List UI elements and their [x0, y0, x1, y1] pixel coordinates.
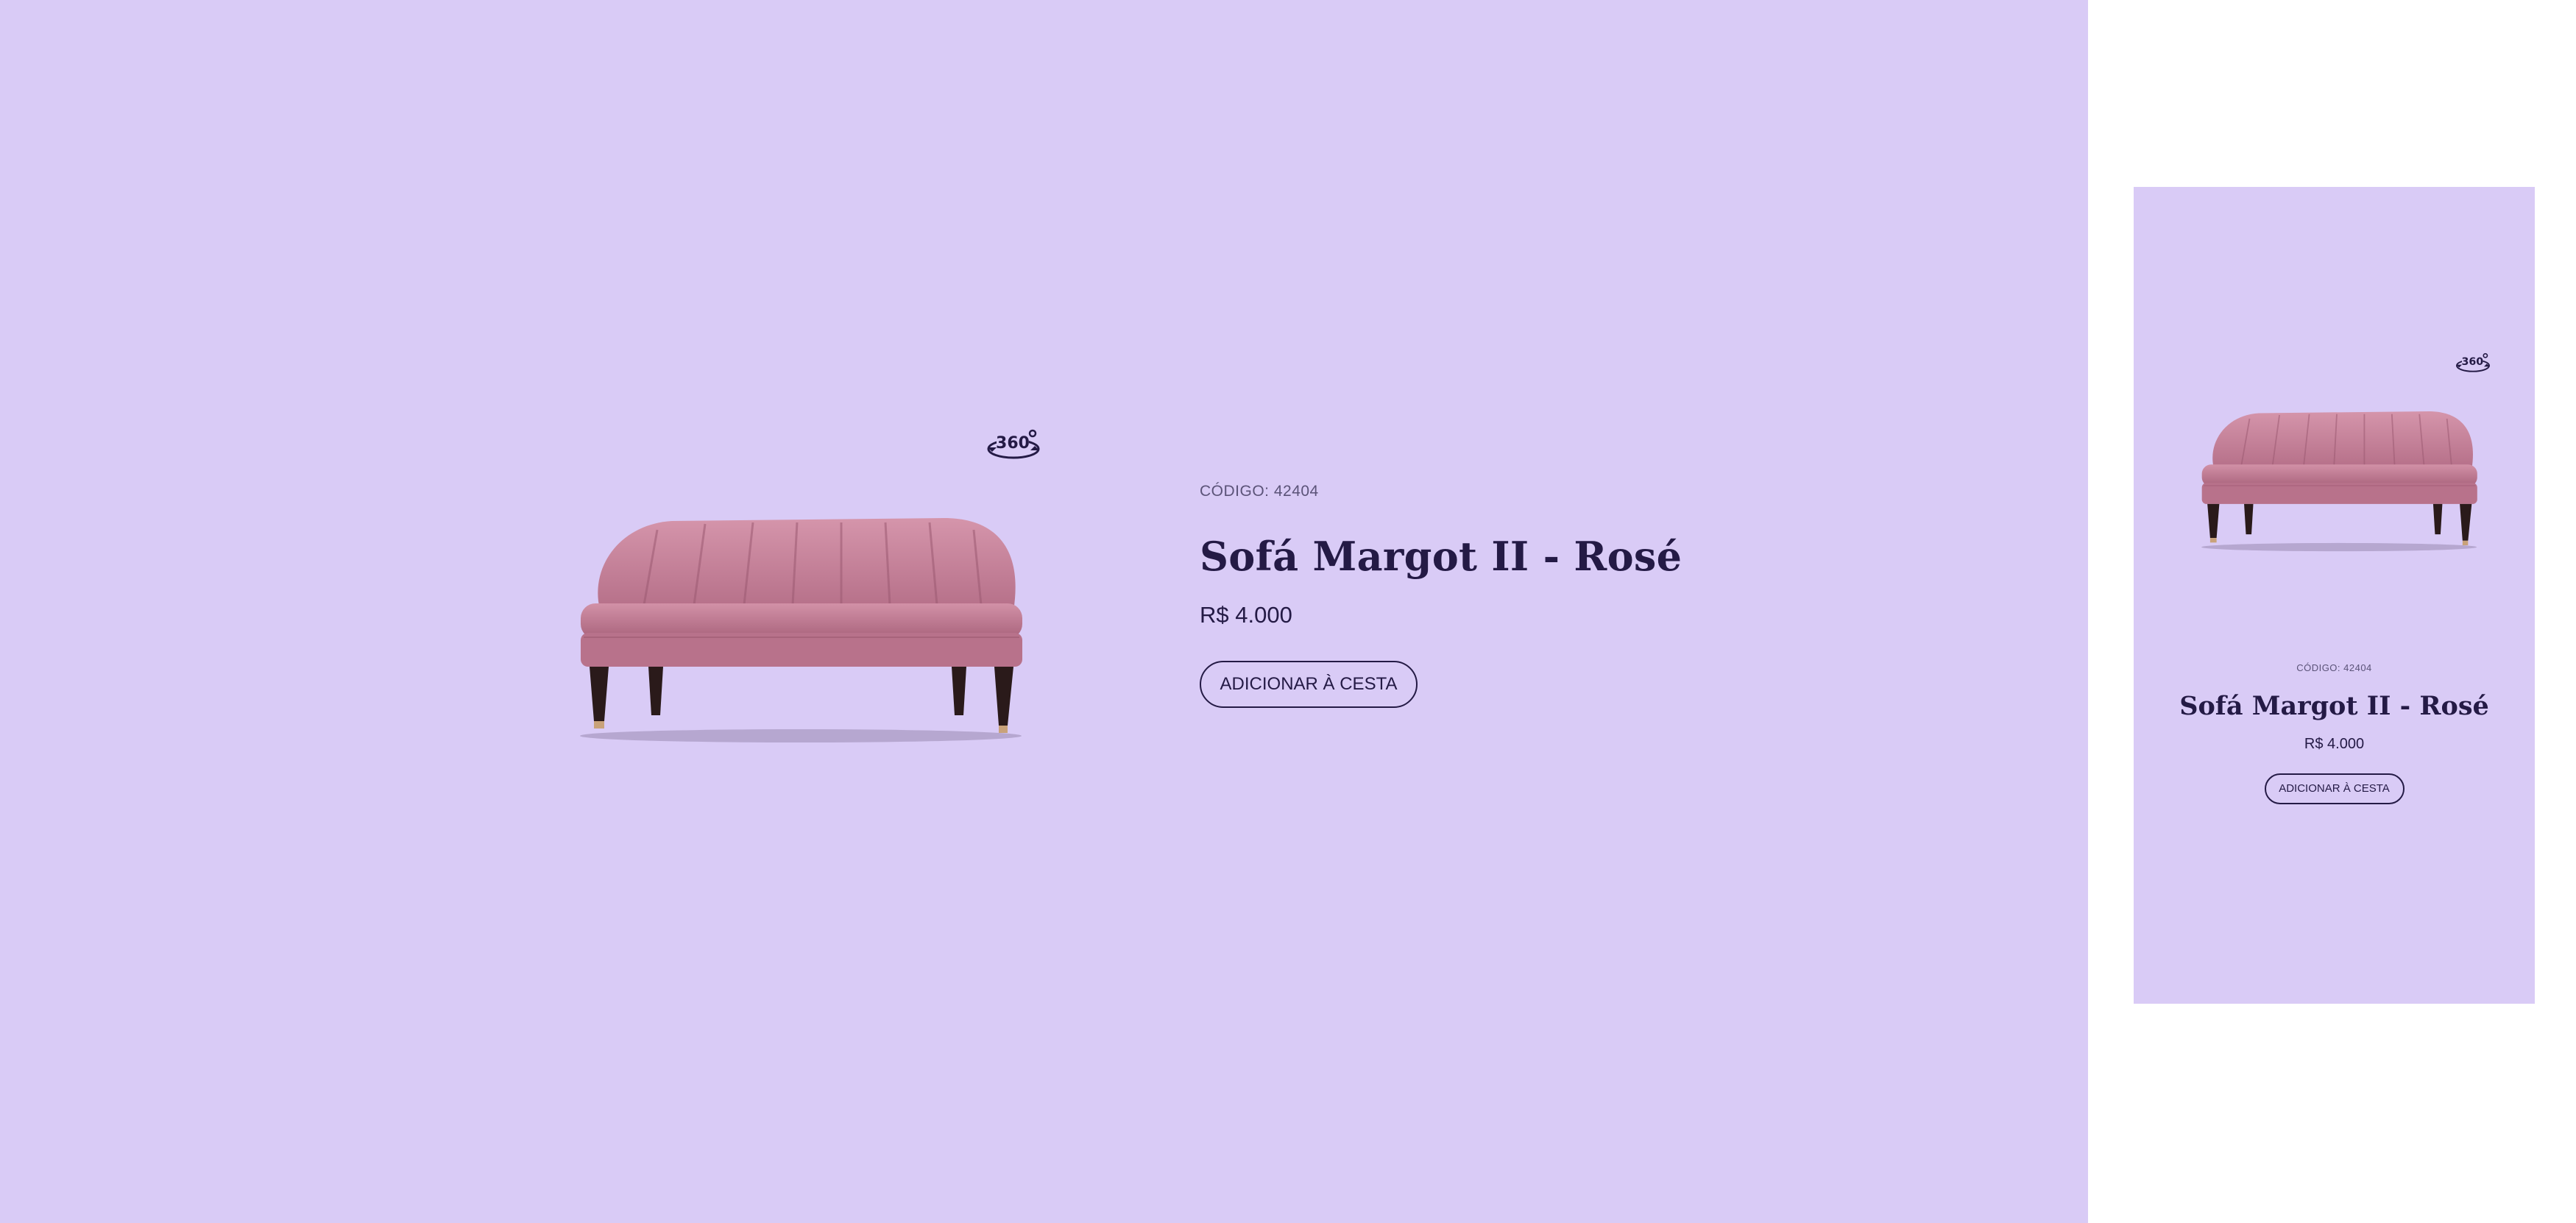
360-view-icon[interactable]: 360 [986, 425, 1041, 464]
product-title: Sofá Margot II - Rosé [1200, 533, 1682, 580]
svg-text:360: 360 [996, 434, 1030, 453]
product-info: CÓDIGO: 42404 Sofá Margot II - Rosé R$ 4… [1200, 483, 1682, 708]
svg-text:360: 360 [2461, 356, 2483, 368]
360-view-icon[interactable]: 360 [2455, 350, 2491, 375]
add-to-cart-button[interactable]: ADICIONAR À CESTA [1200, 661, 1418, 708]
sofa-image [561, 500, 1033, 751]
sofa-image [2190, 400, 2484, 556]
product-title: Sofá Margot II - Rosé [2179, 691, 2489, 721]
desktop-product-view: 360 CÓDIGO: 42404 Sofá Margot II - Rosé … [0, 0, 2088, 1223]
product-price: R$ 4.000 [2304, 736, 2365, 752]
add-to-cart-button[interactable]: ADICIONAR À CESTA [2264, 773, 2405, 804]
product-price: R$ 4.000 [1200, 602, 1292, 628]
mobile-product-view: 360 CÓDIGO: 42404 Sofá Margot II - Rosé … [2134, 187, 2535, 1004]
product-code: CÓDIGO: 42404 [2296, 662, 2372, 673]
product-info: CÓDIGO: 42404 Sofá Margot II - Rosé R$ 4… [2134, 662, 2535, 804]
product-code: CÓDIGO: 42404 [1200, 483, 1319, 500]
